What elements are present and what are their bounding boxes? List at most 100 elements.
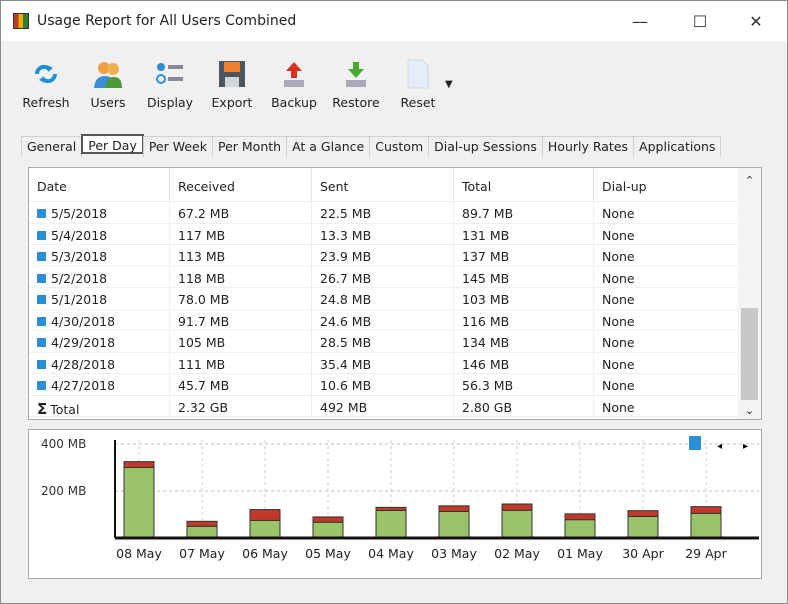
cell-text: 5/1/2018 [51, 292, 108, 307]
reset-button[interactable]: Reset [387, 59, 449, 110]
column-header-sent[interactable]: Sent [312, 168, 454, 201]
tab-per-day[interactable]: Per Day [81, 134, 144, 154]
table-row[interactable]: 4/27/2018 45.7 MB 10.6 MB 56.3 MB None [29, 374, 739, 396]
cell-dialup: None [594, 374, 739, 395]
per-day-table: Date Received Sent Total Dial-up 5/5/201… [28, 167, 762, 420]
cell-text: 131 MB [462, 227, 510, 243]
table-row[interactable]: 4/30/2018 91.7 MB 24.6 MB 116 MB None [29, 309, 739, 331]
cell-text: 67.2 MB [178, 206, 230, 221]
table-row[interactable]: 4/29/2018 105 MB 28.5 MB 134 MB None [29, 331, 739, 353]
cell-received: 105 MB [170, 331, 312, 352]
cell-date: 5/3/2018 [29, 245, 170, 266]
cell-text: None [602, 206, 635, 221]
cell-received: 111 MB [170, 352, 312, 373]
cell-received: 45.7 MB [170, 374, 312, 395]
cell-text: None [602, 399, 635, 415]
cell-sent: 22.5 MB [312, 202, 454, 223]
backup-button[interactable]: Backup [263, 59, 325, 110]
refresh-icon [31, 59, 61, 89]
x-tick-label: 04 May [368, 546, 414, 561]
cell-text: None [602, 249, 635, 264]
tab-custom[interactable]: Custom [369, 136, 430, 157]
reset-label: Reset [400, 95, 436, 110]
cell-total: 89.7 MB [454, 202, 594, 223]
table-row[interactable]: 5/4/2018 117 MB 13.3 MB 131 MB None [29, 223, 739, 245]
bar-sent [690, 506, 722, 514]
display-icon [155, 59, 185, 89]
scroll-down-arrow[interactable]: ⌄ [738, 404, 761, 417]
column-header-total[interactable]: Total [454, 168, 594, 201]
cell-text: None [602, 270, 635, 286]
cell-total: 146 MB [454, 352, 594, 373]
cell-date: 5/5/2018 [29, 202, 170, 223]
export-button[interactable]: Export [201, 59, 263, 110]
tab-hourly-rates[interactable]: Hourly Rates [541, 136, 635, 157]
tab-per-month[interactable]: Per Month [212, 136, 288, 157]
restore-button[interactable]: Restore [325, 59, 387, 110]
cell-text: 4/30/2018 [51, 313, 116, 329]
close-button[interactable]: ✕ [733, 1, 779, 41]
column-header-dialup[interactable]: Dial-up [594, 168, 739, 201]
cell-text: 10.6 MB [320, 378, 372, 393]
minimize-button[interactable]: — [617, 1, 663, 41]
app-icon [13, 13, 29, 29]
scroll-up-arrow[interactable]: ⌃ [738, 174, 761, 187]
cell-total: 131 MB [454, 223, 594, 244]
tab-at-a-glance[interactable]: At a Glance [286, 136, 371, 157]
cell-sent: 492 MB [312, 395, 454, 416]
tab-per-week[interactable]: Per Week [142, 136, 213, 157]
maximize-button[interactable]: ☐ [677, 1, 723, 41]
cell-received: 113 MB [170, 245, 312, 266]
refresh-button[interactable]: Refresh [15, 59, 77, 110]
tab-applications[interactable]: Applications [633, 136, 722, 157]
chart-legend-icon[interactable] [689, 436, 701, 450]
cell-text: 134 MB [462, 335, 510, 350]
cell-received: 118 MB [170, 266, 312, 287]
chart-scroll-left-icon[interactable]: ◂ [717, 441, 722, 452]
cell-text: 35.4 MB [320, 356, 372, 372]
refresh-label: Refresh [22, 95, 70, 110]
tab-general[interactable]: General [21, 136, 83, 157]
cell-text: 2.32 GB [178, 399, 229, 415]
display-button[interactable]: Display [139, 59, 201, 110]
title-bar: Usage Report for All Users Combined — ☐ … [1, 1, 787, 41]
table-row[interactable]: 5/3/2018 113 MB 23.9 MB 137 MB None [29, 245, 739, 267]
cell-received: 91.7 MB [170, 309, 312, 330]
cell-text: 4/27/2018 [51, 378, 116, 393]
cell-text: 28.5 MB [320, 335, 372, 350]
cell-text: None [602, 356, 635, 372]
day-icon [37, 209, 46, 218]
window-title: Usage Report for All Users Combined [37, 13, 297, 29]
cell-text: 4/28/2018 [51, 356, 116, 372]
table-row[interactable]: 4/28/2018 111 MB 35.4 MB 146 MB None [29, 352, 739, 374]
users-label: Users [90, 95, 126, 110]
users-icon [93, 59, 123, 89]
tab-dial-up-sessions[interactable]: Dial-up Sessions [428, 136, 543, 157]
chart-scroll-right-icon[interactable]: ▸ [743, 441, 748, 452]
cell-date: 5/2/2018 [29, 266, 170, 287]
day-icon [37, 230, 46, 240]
toolbar-overflow-dropdown[interactable]: ▼ [445, 79, 453, 110]
save-icon [217, 59, 247, 89]
cell-text: 26.7 MB [320, 270, 372, 286]
vertical-scrollbar[interactable]: ⌃ ⌄ [738, 168, 761, 419]
column-header-received[interactable]: Received [170, 168, 312, 201]
column-header-date[interactable]: Date [29, 168, 170, 201]
cell-text: 113 MB [178, 249, 226, 264]
cell-received: 2.32 GB [170, 395, 312, 416]
scrollbar-thumb[interactable] [741, 308, 758, 400]
x-tick-label: 01 May [557, 546, 603, 561]
restore-icon [341, 59, 371, 89]
x-tick-label: 07 May [179, 546, 225, 561]
users-button[interactable]: Users [77, 59, 139, 110]
cell-sent: 24.6 MB [312, 309, 454, 330]
bar-received [312, 521, 344, 539]
bar-sent [501, 503, 533, 511]
day-icon [37, 359, 46, 369]
table-row[interactable]: 5/1/2018 78.0 MB 24.8 MB 103 MB None [29, 288, 739, 310]
total-row[interactable]: Σ Total 2.32 GB 492 MB 2.80 GB None [29, 395, 739, 418]
cell-dialup: None [594, 331, 739, 352]
cell-date: 5/4/2018 [29, 223, 170, 244]
table-row[interactable]: 5/5/2018 67.2 MB 22.5 MB 89.7 MB None [29, 202, 739, 224]
table-row[interactable]: 5/2/2018 118 MB 26.7 MB 145 MB None [29, 266, 739, 288]
